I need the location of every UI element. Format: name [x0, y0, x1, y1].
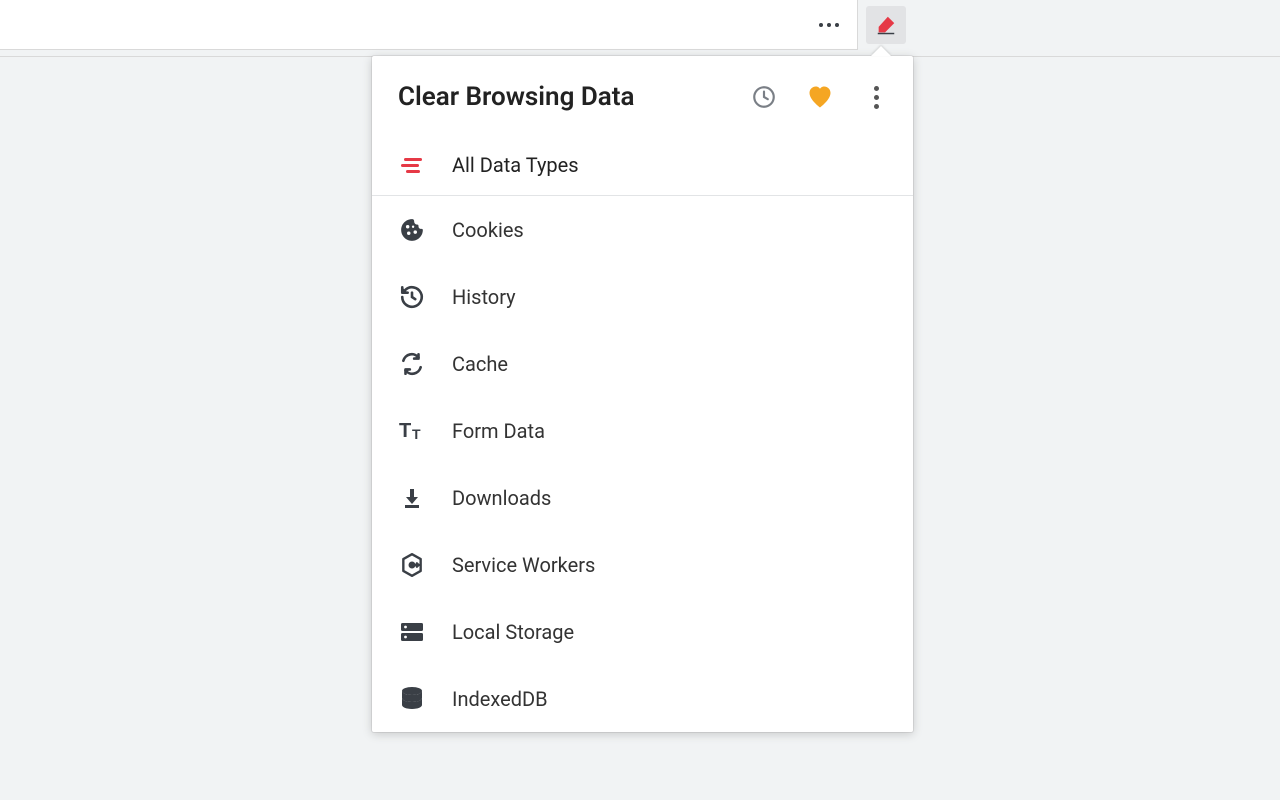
vertical-dots-icon [874, 86, 879, 109]
address-bar[interactable] [0, 0, 858, 50]
form-data-icon: T T [398, 419, 426, 443]
history-icon [398, 284, 426, 310]
all-icon [398, 156, 426, 174]
item-label: Cache [452, 352, 508, 376]
item-downloads[interactable]: Downloads [372, 464, 913, 531]
item-service-workers[interactable]: Service Workers [372, 531, 913, 598]
item-label: Service Workers [452, 553, 595, 577]
item-label: Cookies [452, 218, 524, 242]
indexeddb-icon [398, 686, 426, 712]
item-label: Form Data [452, 419, 545, 443]
popup-header: Clear Browsing Data [372, 56, 913, 134]
service-workers-icon [398, 552, 426, 578]
recent-button[interactable] [749, 82, 779, 112]
menu-button[interactable] [861, 82, 891, 112]
item-cache[interactable]: Cache [372, 330, 913, 397]
item-all-data-types[interactable]: All Data Types [372, 134, 913, 196]
item-label: Downloads [452, 486, 551, 510]
popup-arrow [871, 46, 891, 56]
popup-title: Clear Browsing Data [398, 82, 749, 112]
heart-icon [806, 83, 834, 111]
favorite-button[interactable] [805, 82, 835, 112]
item-cookies[interactable]: Cookies [372, 196, 913, 263]
svg-text:T: T [412, 426, 421, 442]
item-label: IndexedDB [452, 687, 548, 711]
item-form-data[interactable]: T T Form Data [372, 397, 913, 464]
svg-text:T: T [399, 420, 411, 442]
cookie-icon [398, 217, 426, 243]
download-icon [398, 486, 426, 510]
item-label: All Data Types [452, 153, 579, 177]
more-actions-icon[interactable] [815, 11, 843, 39]
eraser-icon [875, 14, 897, 36]
local-storage-icon [398, 620, 426, 644]
item-label: Local Storage [452, 620, 574, 644]
item-indexeddb[interactable]: IndexedDB [372, 665, 913, 732]
item-local-storage[interactable]: Local Storage [372, 598, 913, 665]
cache-icon [398, 351, 426, 377]
extension-button[interactable] [866, 6, 906, 44]
extension-popup: Clear Browsing Data [372, 56, 913, 732]
item-label: History [452, 285, 516, 309]
clock-icon [751, 84, 777, 110]
item-history[interactable]: History [372, 263, 913, 330]
